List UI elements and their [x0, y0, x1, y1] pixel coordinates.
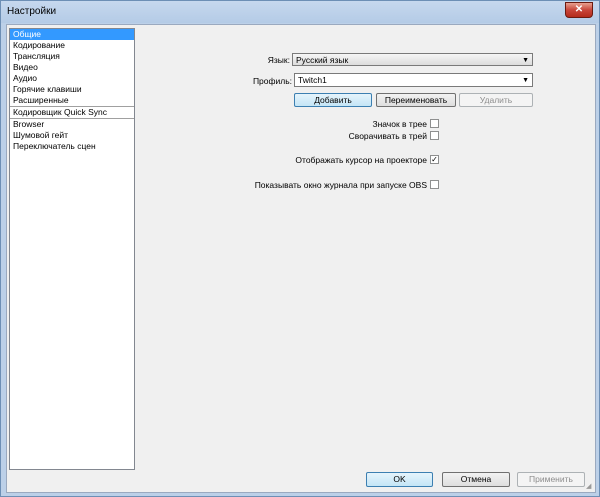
delete-profile-button[interactable]: Удалить [459, 93, 533, 107]
ok-button[interactable]: OK [366, 472, 433, 487]
settings-category-list: Общие Кодирование Трансляция Видео Аудио… [9, 28, 135, 470]
language-value: Русский язык [296, 55, 349, 65]
show-log-checkbox[interactable] [430, 180, 439, 189]
profile-combo[interactable]: Twitch1 ▼ [294, 73, 533, 87]
title-bar: Настройки ✕ [1, 1, 599, 23]
close-icon: ✕ [574, 4, 584, 15]
sidebar-item-audio[interactable]: Аудио [10, 73, 134, 84]
profile-label: Профиль: [252, 76, 292, 86]
sidebar-item-advanced[interactable]: Расширенные [10, 95, 134, 106]
chevron-down-icon: ▼ [522, 57, 529, 64]
rename-profile-button[interactable]: Переименовать [376, 93, 456, 107]
profile-value: Twitch1 [298, 75, 327, 85]
sidebar-item-encoding[interactable]: Кодирование [10, 40, 134, 51]
apply-button[interactable]: Применить [517, 472, 585, 487]
tray-icon-label: Значок в трее [372, 119, 427, 129]
projector-cursor-checkbox[interactable]: ✓ [430, 155, 439, 164]
minimize-tray-checkbox[interactable] [430, 131, 439, 140]
sidebar-item-noise-gate[interactable]: Шумовой гейт [10, 130, 134, 141]
client-area: Общие Кодирование Трансляция Видео Аудио… [6, 24, 596, 493]
projector-cursor-label: Отображать курсор на проекторе [295, 155, 427, 165]
sidebar-item-scene-switcher[interactable]: Переключатель сцен [10, 141, 134, 152]
language-select[interactable]: Русский язык ▼ [292, 53, 533, 66]
sidebar-item-hotkeys[interactable]: Горячие клавиши [10, 84, 134, 95]
sidebar-item-browser[interactable]: Browser [10, 119, 134, 130]
sidebar-item-broadcast[interactable]: Трансляция [10, 51, 134, 62]
sidebar-item-quicksync[interactable]: Кодировщик Quick Sync [10, 106, 134, 119]
sidebar-item-general[interactable]: Общие [10, 29, 134, 40]
show-log-label: Показывать окно журнала при запуске OBS [254, 180, 427, 190]
add-profile-button[interactable]: Добавить [294, 93, 372, 107]
check-icon: ✓ [431, 155, 438, 164]
chevron-down-icon: ▼ [522, 77, 529, 84]
close-button[interactable]: ✕ [565, 2, 593, 18]
resize-grip[interactable]: ◢ [586, 483, 594, 491]
cancel-button[interactable]: Отмена [442, 472, 510, 487]
tray-icon-checkbox[interactable] [430, 119, 439, 128]
language-label: Язык: [267, 55, 290, 65]
sidebar-item-video[interactable]: Видео [10, 62, 134, 73]
settings-window: Настройки ✕ Общие Кодирование Трансляция… [0, 0, 600, 497]
minimize-tray-label: Сворачивать в трей [348, 131, 427, 141]
window-title: Настройки [7, 6, 57, 17]
